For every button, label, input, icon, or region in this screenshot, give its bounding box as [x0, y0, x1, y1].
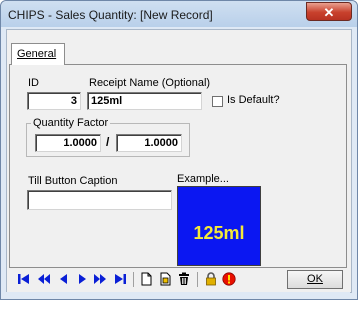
example-caption: 125ml [193, 223, 245, 243]
close-button[interactable]: ✕ [306, 2, 352, 21]
toolbar-separator [133, 272, 134, 287]
prev-page-icon[interactable] [37, 272, 51, 286]
is-default-checkbox[interactable] [212, 96, 223, 107]
quantity-denominator-field[interactable]: 1.0000 [116, 134, 182, 152]
new-record-icon[interactable] [139, 272, 153, 286]
tab-general[interactable]: General [11, 43, 65, 65]
status-strip [6, 292, 350, 298]
receipt-name-field[interactable]: 125ml [87, 92, 202, 110]
general-tab-panel: ID 3 Receipt Name (Optional) 125ml Is De… [9, 64, 347, 268]
ok-button-label: OK [307, 273, 323, 285]
toolbar-separator [197, 272, 198, 287]
copy-record-icon[interactable] [158, 272, 172, 286]
quantity-numerator-field[interactable]: 1.0000 [35, 134, 101, 152]
lock-icon[interactable] [204, 272, 218, 286]
title-bar[interactable]: CHIPS - Sales Quantity: [New Record] ✕ [1, 1, 357, 27]
quantity-separator: / [106, 135, 110, 149]
dialog-window: CHIPS - Sales Quantity: [New Record] ✕ G… [0, 0, 358, 300]
ok-button[interactable]: OK [287, 270, 343, 289]
example-button-preview: 125ml [177, 186, 261, 266]
close-icon: ✕ [323, 5, 335, 20]
record-toolbar: OK [9, 270, 347, 289]
till-caption-label: Till Button Caption [28, 175, 118, 187]
prev-record-icon[interactable] [57, 272, 71, 286]
quantity-factor-label: Quantity Factor [31, 117, 111, 129]
id-field[interactable]: 3 [27, 92, 81, 110]
warning-icon[interactable] [222, 272, 236, 286]
is-default-label: Is Default? [227, 94, 280, 106]
next-page-icon[interactable] [93, 272, 107, 286]
last-record-icon[interactable] [113, 272, 127, 286]
window-title: CHIPS - Sales Quantity: [New Record] [8, 8, 213, 22]
example-label: Example... [177, 173, 229, 185]
first-record-icon[interactable] [17, 272, 31, 286]
id-label: ID [28, 77, 39, 89]
receipt-name-label: Receipt Name (Optional) [89, 77, 211, 89]
quantity-factor-group: Quantity Factor 1.0000 / 1.0000 [26, 117, 190, 157]
dialog-client-area: General ID 3 Receipt Name (Optional) 125… [6, 29, 352, 293]
tab-general-label: General [17, 48, 57, 60]
till-caption-field[interactable] [27, 190, 172, 210]
delete-icon[interactable] [177, 272, 191, 286]
next-record-icon[interactable] [75, 272, 89, 286]
